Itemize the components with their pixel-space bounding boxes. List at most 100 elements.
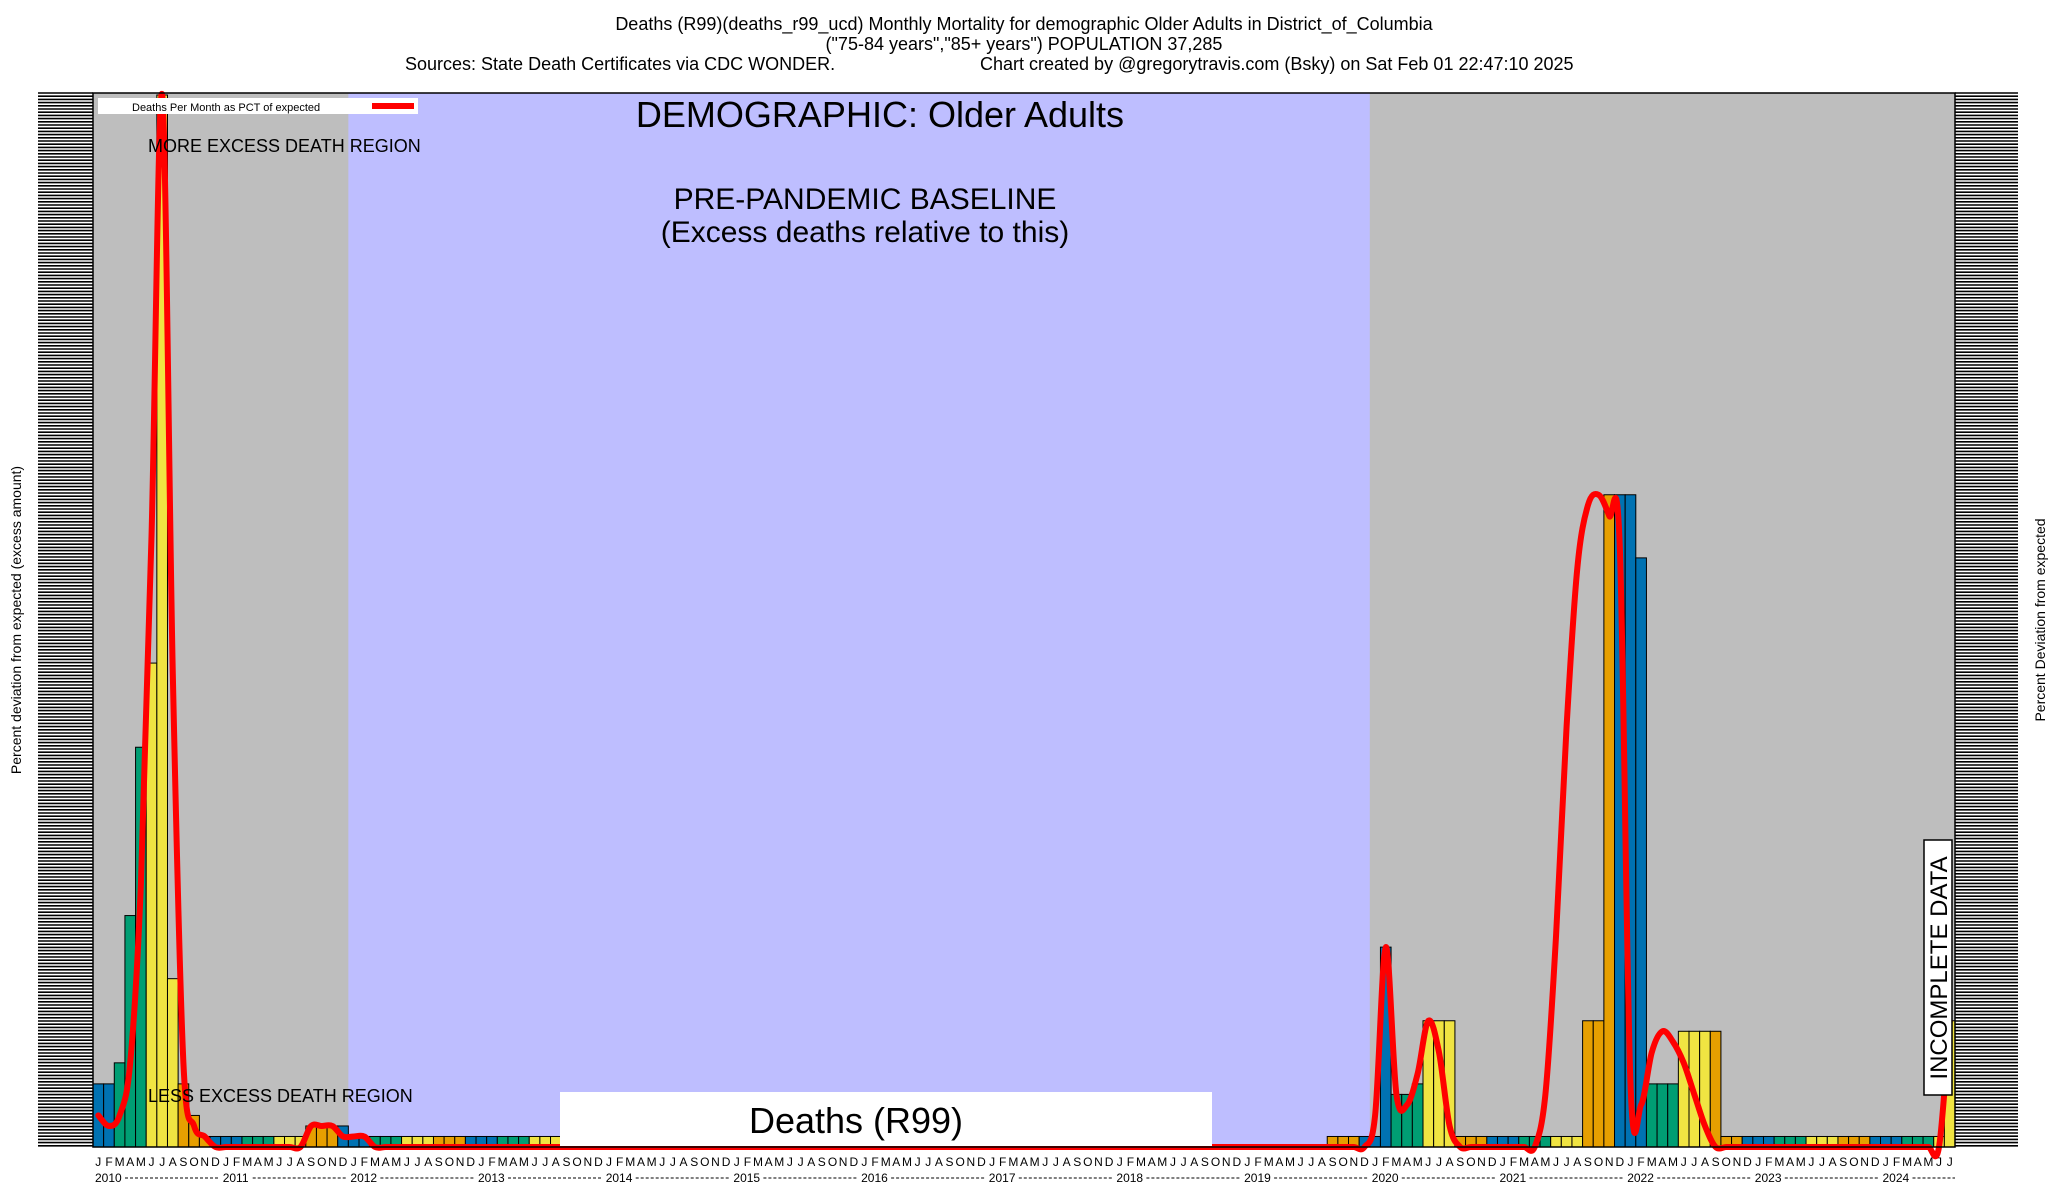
month-tick-label: D	[211, 1155, 220, 1169]
month-tick-label: D	[849, 1155, 858, 1169]
year-tick-label: 2019	[1244, 1171, 1271, 1185]
month-tick-label: O	[700, 1155, 709, 1169]
month-tick-label: S	[1456, 1155, 1464, 1169]
month-tick-label: J	[159, 1155, 165, 1169]
year-tick-label: 2021	[1500, 1171, 1527, 1185]
month-tick-label: A	[1829, 1155, 1837, 1169]
month-tick-label: F	[1254, 1155, 1261, 1169]
month-tick-label: A	[765, 1155, 773, 1169]
bar	[1539, 1135, 1552, 1148]
month-tick-label: M	[902, 1155, 912, 1169]
month-tick-label: M	[1285, 1155, 1295, 1169]
month-tick-label: A	[807, 1155, 815, 1169]
month-tick-labels: JFMAMJJASONDJFMAMJJASONDJFMAMJJASONDJFMA…	[95, 1155, 1952, 1169]
month-tick-label: A	[382, 1155, 390, 1169]
month-tick-label: M	[1796, 1155, 1806, 1169]
chart-credit: Chart created by @gregorytravis.com (Bsk…	[980, 54, 1574, 74]
month-tick-label: J	[542, 1155, 548, 1169]
month-tick-label: N	[711, 1155, 720, 1169]
month-tick-label: S	[818, 1155, 826, 1169]
month-tick-label: J	[478, 1155, 484, 1169]
month-tick-label: S	[435, 1155, 443, 1169]
month-tick-label: O	[1211, 1155, 1220, 1169]
bar	[1656, 1083, 1669, 1148]
month-tick-label: S	[1329, 1155, 1337, 1169]
year-tick-label: 2012	[350, 1171, 377, 1185]
month-tick-label: D	[339, 1155, 348, 1169]
bar	[1635, 557, 1647, 1148]
month-tick-label: M	[242, 1155, 252, 1169]
year-tick-label: 2024	[1883, 1171, 1910, 1185]
month-tick-label: J	[861, 1155, 867, 1169]
month-tick-label: M	[498, 1155, 508, 1169]
y-axis-label-right: Percent Deviation from expected	[2032, 518, 2048, 721]
month-tick-label: J	[223, 1155, 229, 1169]
year-tick-label: 2017	[989, 1171, 1016, 1185]
left-axis-ticks	[38, 92, 93, 1147]
year-tick-label: 2022	[1627, 1171, 1654, 1185]
month-tick-label: J	[1628, 1155, 1634, 1169]
month-tick-label: D	[594, 1155, 603, 1169]
bar	[1603, 494, 1616, 1148]
month-tick-label: J	[1298, 1155, 1304, 1169]
chart: Deaths (R99)(deaths_r99_ucd) Monthly Mor…	[8, 14, 2048, 1185]
month-tick-label: J	[149, 1155, 155, 1169]
month-tick-label: S	[1073, 1155, 1081, 1169]
month-tick-label: M	[1519, 1155, 1529, 1169]
year-tick-label: 2011	[223, 1171, 249, 1185]
month-tick-label: F	[233, 1155, 240, 1169]
month-tick-label: F	[744, 1155, 751, 1169]
month-tick-label: S	[1201, 1155, 1209, 1169]
month-tick-label: A	[1446, 1155, 1454, 1169]
month-tick-label: M	[370, 1155, 380, 1169]
month-tick-label: M	[1413, 1155, 1423, 1169]
month-tick-label: S	[1839, 1155, 1847, 1169]
month-tick-label: F	[361, 1155, 368, 1169]
month-tick-label: N	[328, 1155, 337, 1169]
year-tick-label: 2016	[861, 1171, 888, 1185]
month-tick-label: S	[307, 1155, 315, 1169]
year-tick-label: 2013	[478, 1171, 505, 1185]
month-tick-label: N	[1733, 1155, 1742, 1169]
month-tick-label: M	[774, 1155, 784, 1169]
month-tick-label: A	[254, 1155, 262, 1169]
month-tick-label: J	[532, 1155, 538, 1169]
month-tick-label: D	[977, 1155, 986, 1169]
month-tick-label: O	[956, 1155, 965, 1169]
month-tick-label: J	[1117, 1155, 1123, 1169]
month-tick-label: J	[1936, 1155, 1942, 1169]
month-tick-label: J	[1372, 1155, 1378, 1169]
month-tick-label: O	[1466, 1155, 1475, 1169]
month-tick-label: O	[1594, 1155, 1603, 1169]
month-tick-label: O	[572, 1155, 581, 1169]
more-excess-label: MORE EXCESS DEATH REGION	[148, 136, 421, 156]
month-tick-label: F	[105, 1155, 112, 1169]
demographic-label: DEMOGRAPHIC: Older Adults	[636, 94, 1124, 135]
month-tick-label: J	[1500, 1155, 1506, 1169]
month-tick-label: J	[670, 1155, 676, 1169]
month-tick-label: J	[1308, 1155, 1314, 1169]
year-tick-label: 2010	[95, 1171, 122, 1185]
bar	[103, 1083, 115, 1148]
month-tick-label: J	[1244, 1155, 1250, 1169]
month-tick-label: M	[115, 1155, 125, 1169]
month-tick-label: A	[1148, 1155, 1156, 1169]
month-tick-label: J	[1170, 1155, 1176, 1169]
month-tick-label: O	[1083, 1155, 1092, 1169]
month-tick-label: F	[1765, 1155, 1772, 1169]
month-tick-label: N	[1222, 1155, 1231, 1169]
month-tick-label: A	[296, 1155, 304, 1169]
month-tick-label: M	[519, 1155, 529, 1169]
month-tick-label: A	[1190, 1155, 1198, 1169]
month-tick-label: O	[189, 1155, 198, 1169]
month-tick-label: M	[1540, 1155, 1550, 1169]
month-tick-label: J	[925, 1155, 931, 1169]
month-tick-label: A	[1020, 1155, 1028, 1169]
month-tick-label: N	[200, 1155, 209, 1169]
month-tick-label: D	[722, 1155, 731, 1169]
month-tick-label: J	[1564, 1155, 1570, 1169]
month-tick-label: M	[391, 1155, 401, 1169]
month-tick-label: N	[966, 1155, 975, 1169]
month-tick-label: F	[616, 1155, 623, 1169]
month-tick-label: A	[1573, 1155, 1581, 1169]
